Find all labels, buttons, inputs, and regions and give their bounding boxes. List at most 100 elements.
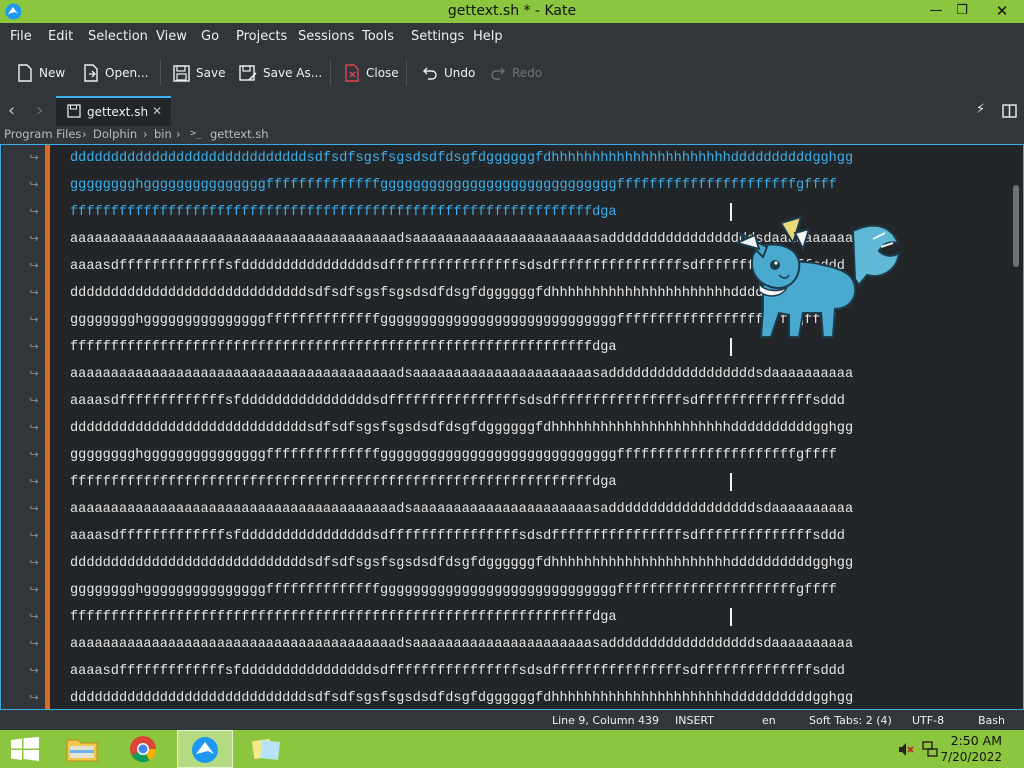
kate-taskbar-button[interactable] <box>177 730 233 768</box>
new-document-icon <box>18 64 32 82</box>
taskbar: 2:50 AM 7/20/2022 <box>0 730 1024 768</box>
chevron-right-icon[interactable]: › <box>36 100 43 121</box>
word-wrap-icon: ↪ <box>29 313 39 326</box>
word-wrap-icon: ↪ <box>29 502 39 515</box>
new-label: New <box>39 66 66 80</box>
editor-line[interactable]: aaaaaaaaaaaaaaaaaaaaaaaaaaaaaaaaaaaaaaaa… <box>70 631 1000 658</box>
editor-line[interactable]: ffffffffffffffffffffffffffffffffffffffff… <box>70 469 1000 496</box>
quick-open-icon[interactable]: ⚡ <box>976 102 985 117</box>
menu-view[interactable]: View <box>156 29 187 44</box>
main-toolbar: New Open... Save Save As... Close Undo R… <box>0 50 1024 97</box>
undo-label: Undo <box>444 66 476 80</box>
breadcrumb: Program Files › Dolphin › bin › >_ gette… <box>0 126 1024 144</box>
editor-line[interactable]: aaaaaaaaaaaaaaaaaaaaaaaaaaaaaaaaaaaaaaaa… <box>70 496 1000 523</box>
close-tab-icon[interactable]: ✕ <box>152 104 162 118</box>
word-wrap-icon: ↪ <box>29 205 39 218</box>
save-as-label: Save As... <box>263 66 323 80</box>
editor-line[interactable]: aaaasdfffffffffffffsfddddddddddddddddsdf… <box>70 388 1000 415</box>
menu-selection[interactable]: Selection <box>88 29 148 44</box>
editor-line[interactable]: dddddddddddddddddddddddddddddsdfsdfsgsfs… <box>70 415 1000 442</box>
redo-label: Redo <box>512 66 543 80</box>
tab-bar: ‹ › gettext.sh ✕ ⚡ <box>0 96 1024 126</box>
word-wrap-icon: ↪ <box>29 421 39 434</box>
open-button[interactable]: Open... <box>83 61 149 85</box>
word-wrap-icon: ↪ <box>29 151 39 164</box>
save-icon <box>67 104 81 118</box>
open-label: Open... <box>105 66 149 80</box>
editor-view[interactable]: ↪ ↪ ↪ ↪ ↪ ↪ ↪ ↪ ↪ ↪ ↪ ↪ ↪ ↪ ↪ ↪ ↪ ↪ ↪ ↪ ↪ dddddddddddddddddd… <box>0 144 1024 710</box>
folder-icon <box>66 739 98 762</box>
start-button[interactable] <box>0 730 56 768</box>
word-wrap-icon: ↪ <box>29 259 39 272</box>
menu-go[interactable]: Go <box>201 29 219 44</box>
undo-button[interactable]: Undo <box>422 61 475 85</box>
menu-sessions[interactable]: Sessions <box>298 29 354 44</box>
menu-tools[interactable]: Tools <box>362 29 394 44</box>
menu-projects[interactable]: Projects <box>236 29 287 44</box>
word-wrap-icon: ↪ <box>29 367 39 380</box>
editor-line[interactable]: dddddddddddddddddddddddddddddsdfsdfsgsfs… <box>70 550 1000 577</box>
chrome-icon <box>130 736 157 763</box>
text-cursor <box>730 338 732 356</box>
syntax-mode[interactable]: Bash <box>978 714 1005 727</box>
menu-file[interactable]: File <box>10 29 32 44</box>
breadcrumb-item[interactable]: gettext.sh <box>210 127 269 141</box>
tab-gettext-sh[interactable]: gettext.sh ✕ <box>56 96 171 126</box>
system-clock[interactable]: 2:50 AM 7/20/2022 <box>940 733 1002 765</box>
editor-line[interactable]: aaaasdfffffffffffffsfddddddddddddddddsdf… <box>70 658 1000 685</box>
chrome-taskbar-button[interactable] <box>116 730 172 768</box>
breadcrumb-separator: › <box>176 127 181 141</box>
close-document-icon <box>345 64 359 82</box>
save-as-icon <box>239 64 257 81</box>
word-wrap-icon: ↪ <box>29 583 39 596</box>
word-wrap-icon: ↪ <box>29 340 39 353</box>
breadcrumb-item[interactable]: bin <box>154 127 172 141</box>
clock-date: 7/20/2022 <box>940 750 1002 764</box>
save-as-button[interactable]: Save As... <box>239 61 322 85</box>
toolbar-separator <box>160 60 161 86</box>
word-wrap-icon: ↪ <box>29 178 39 191</box>
editor-line[interactable]: ffffffffffffffffffffffffffffffffffffffff… <box>70 604 1000 631</box>
input-mode[interactable]: INSERT <box>675 714 714 727</box>
breadcrumb-separator: › <box>82 127 87 141</box>
editor-line[interactable]: gggggggghgggggggggggggggffffffffffffffgg… <box>70 577 1000 604</box>
save-button[interactable]: Save <box>173 61 225 85</box>
editor-line[interactable]: gggggggghgggggggggggggggffffffffffffffgg… <box>70 172 1000 199</box>
redo-button[interactable]: Redo <box>490 61 542 85</box>
indentation-settings[interactable]: Soft Tabs: 2 (4) <box>809 714 892 727</box>
text-cursor <box>730 473 732 491</box>
word-wrap-icon: ↪ <box>29 475 39 488</box>
vertical-scrollbar[interactable] <box>1013 185 1019 267</box>
menu-edit[interactable]: Edit <box>48 29 73 44</box>
menu-settings[interactable]: Settings <box>411 29 464 44</box>
sticky-notes-taskbar-button[interactable] <box>238 730 294 768</box>
file-encoding[interactable]: UTF-8 <box>912 714 944 727</box>
editor-line[interactable]: dddddddddddddddddddddddddddddsdfsdfsgsfs… <box>70 685 1000 709</box>
close-window-button[interactable]: ✕ <box>980 0 1024 23</box>
close-document-button[interactable]: Close <box>344 61 399 85</box>
network-icon[interactable] <box>921 741 939 758</box>
close-label: Close <box>366 66 399 80</box>
split-view-icon[interactable] <box>1002 104 1017 118</box>
editor-line[interactable]: aaaaaaaaaaaaaaaaaaaaaaaaaaaaaaaaaaaaaaaa… <box>70 361 1000 388</box>
maximize-button[interactable]: ❐ <box>940 0 984 23</box>
word-wrap-icon: ↪ <box>29 448 39 461</box>
save-label: Save <box>196 66 226 80</box>
windows-logo-icon <box>11 737 39 761</box>
spellcheck-language[interactable]: en <box>762 714 776 727</box>
word-wrap-icon: ↪ <box>29 529 39 542</box>
new-button[interactable]: New <box>17 61 65 85</box>
editor-line[interactable]: dddddddddddddddddddddddddddddsdfsdfsgsfs… <box>70 145 1000 172</box>
editor-line[interactable]: gggggggghgggggggggggggggffffffffffffffgg… <box>70 442 1000 469</box>
file-explorer-taskbar-button[interactable] <box>55 730 111 768</box>
cursor-position[interactable]: Line 9, Column 439 <box>552 714 659 727</box>
save-icon <box>173 64 190 82</box>
editor-line[interactable]: aaaasdfffffffffffffsfddddddddddddddddsdf… <box>70 523 1000 550</box>
breadcrumb-item[interactable]: Program Files <box>4 127 81 141</box>
breadcrumb-item[interactable]: Dolphin <box>93 127 137 141</box>
chevron-left-icon[interactable]: ‹ <box>8 100 15 121</box>
menu-help[interactable]: Help <box>473 29 503 44</box>
status-bar: Line 9, Column 439 INSERT en Soft Tabs: … <box>0 710 1024 730</box>
volume-muted-icon[interactable] <box>898 742 914 757</box>
word-wrap-icon: ↪ <box>29 691 39 704</box>
